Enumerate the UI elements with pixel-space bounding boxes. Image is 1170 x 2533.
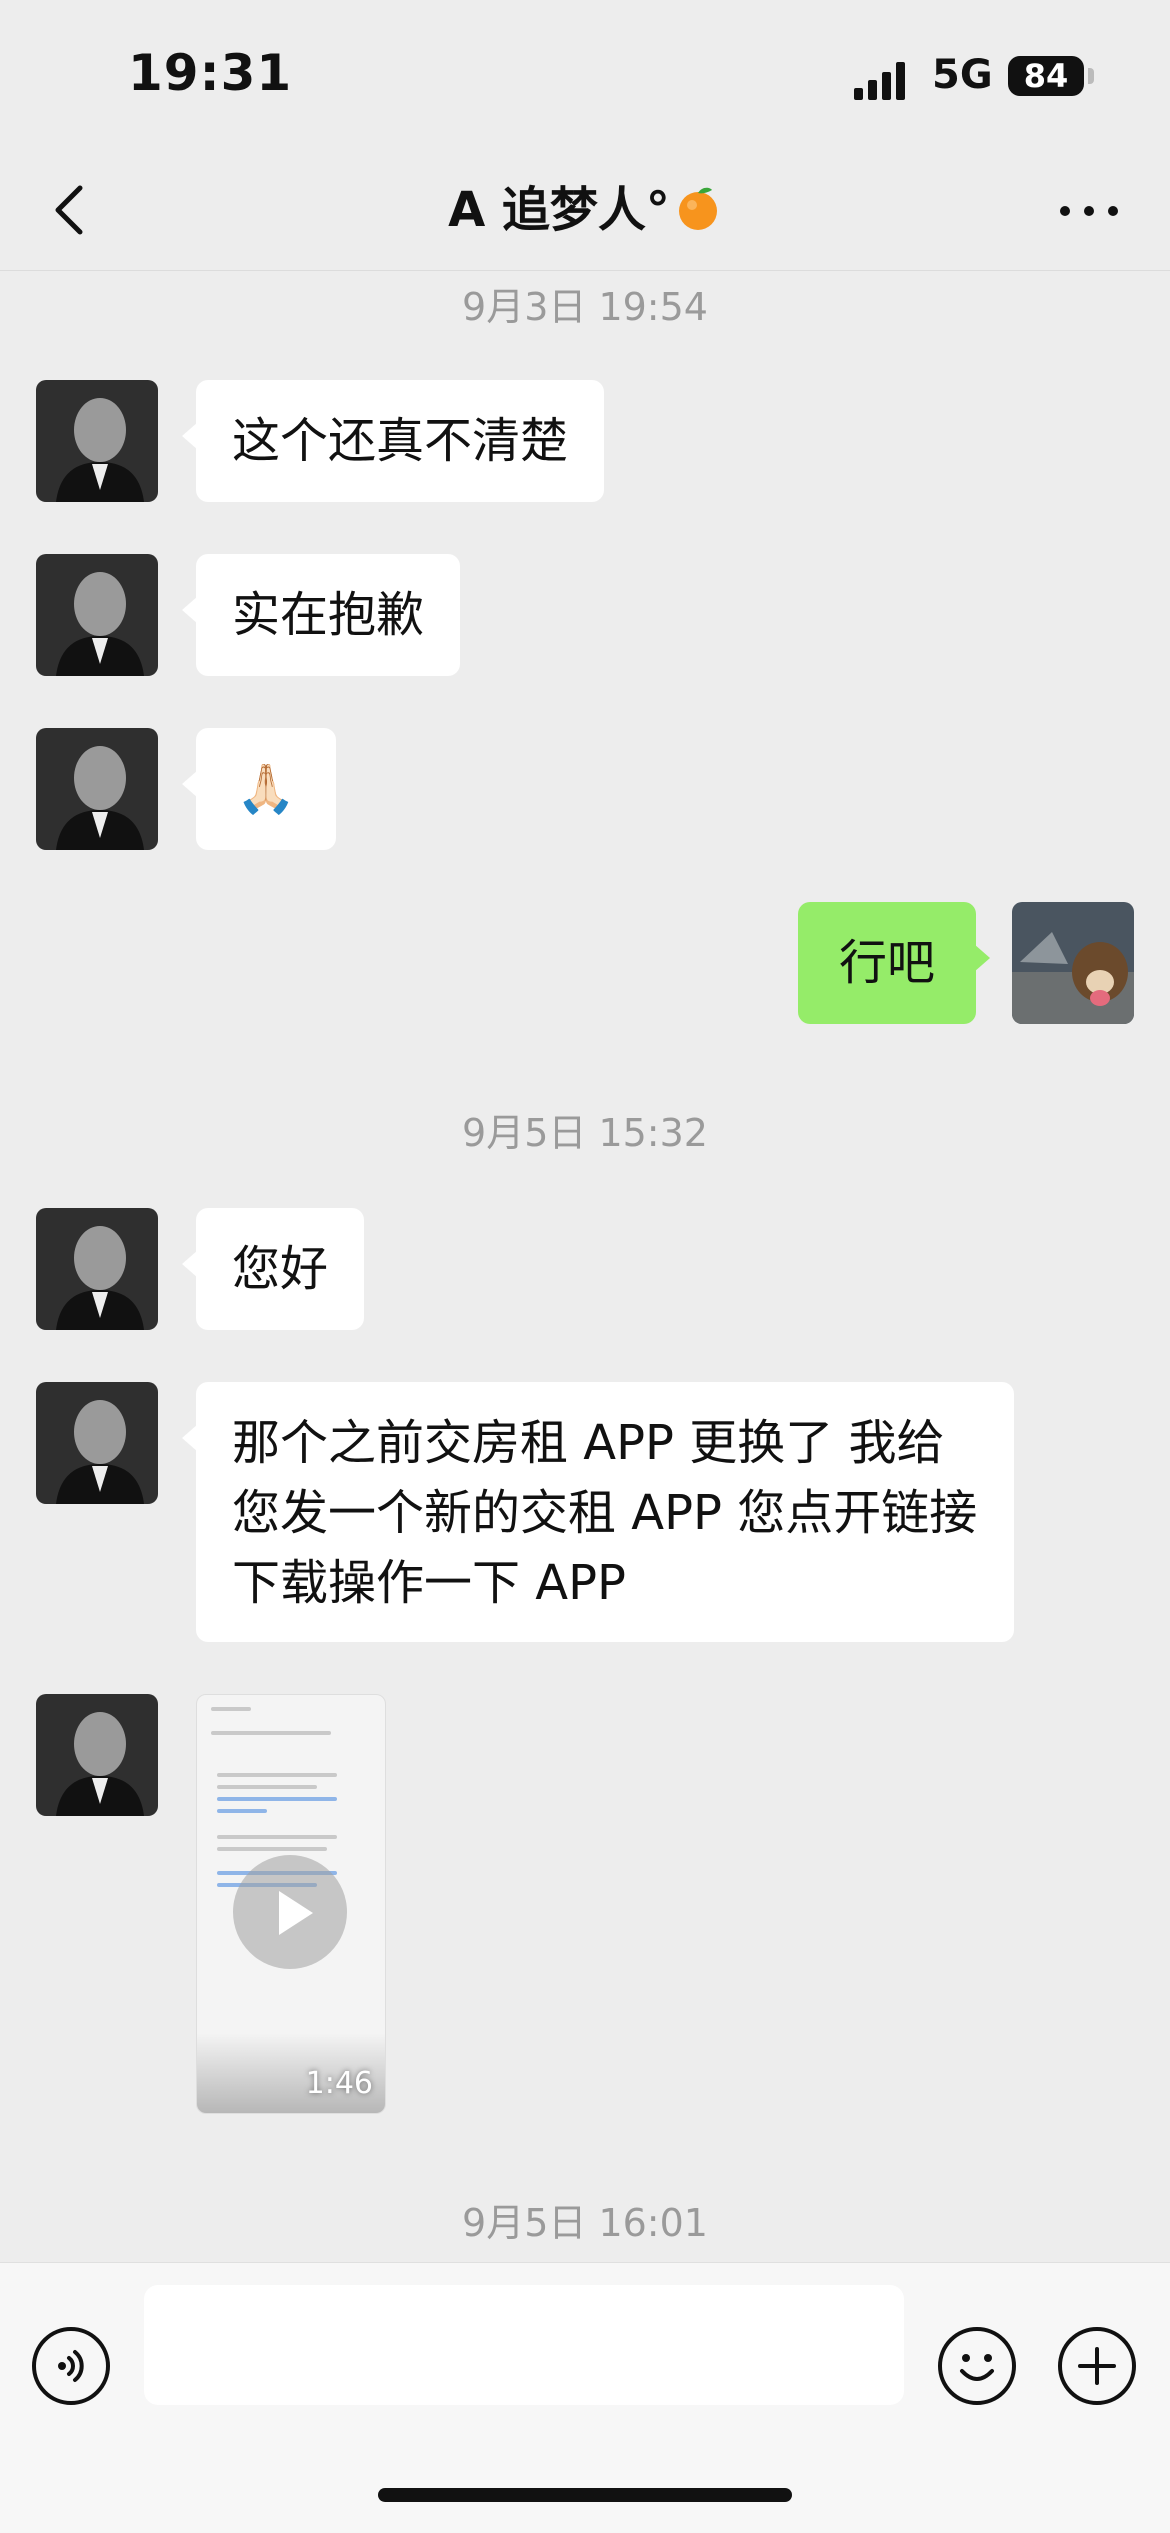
status-bar: 19:31 5G 84 (0, 0, 1170, 150)
home-indicator (378, 2488, 792, 2502)
status-time: 19:31 (128, 44, 293, 102)
video-preview-link (217, 1809, 267, 1813)
battery-tip (1088, 68, 1094, 84)
timestamp: 9月3日 19:54 (462, 285, 708, 329)
avatar[interactable] (36, 728, 158, 850)
avatar[interactable] (36, 380, 158, 502)
signal-icon (854, 60, 914, 100)
video-message[interactable]: 1:46 (196, 1694, 386, 2114)
message-bubble[interactable]: 这个还真不清楚 (181, 380, 605, 502)
video-preview-line (211, 1731, 331, 1735)
message-bubble[interactable]: 🙏🏻 (182, 728, 336, 850)
more-dots-icon[interactable] (1050, 174, 1130, 246)
chat-header: A 追梦人° (0, 150, 1170, 271)
video-preview-link (217, 1797, 337, 1801)
message-bubble[interactable]: 实在抱歉 (181, 554, 461, 676)
voice-icon[interactable] (32, 2327, 110, 2405)
battery-icon: 84 (1008, 56, 1084, 96)
network-type: 5G (932, 52, 993, 98)
avatar[interactable] (36, 1208, 158, 1330)
my-message-bubble[interactable]: 行吧 (798, 902, 990, 1024)
video-preview-line (217, 1773, 337, 1777)
video-preview-line (217, 1847, 327, 1851)
message-bubble[interactable]: 您好 (181, 1208, 365, 1330)
chat-title-text: A 追梦人° (448, 182, 670, 238)
video-duration: 1:46 (305, 2066, 373, 2101)
video-preview-line (217, 1785, 317, 1789)
avatar[interactable] (36, 554, 158, 676)
timestamp: 9月5日 16:01 (462, 2201, 708, 2245)
avatar[interactable] (36, 1382, 158, 1504)
plus-icon[interactable] (1058, 2327, 1136, 2405)
my-avatar[interactable] (1012, 902, 1134, 1024)
play-icon[interactable] (233, 1855, 347, 1969)
video-preview-line (217, 1835, 337, 1839)
video-preview-line (211, 1707, 251, 1711)
orange-icon (674, 180, 722, 230)
timestamp: 9月5日 15:32 (462, 1111, 708, 1155)
avatar[interactable] (36, 1694, 158, 1816)
message-input[interactable] (144, 2285, 904, 2405)
emoji-icon[interactable] (938, 2327, 1016, 2405)
chat-title: A 追梦人° (0, 174, 1170, 246)
message-bubble[interactable]: 那个之前交房租 APP 更换了 我给您发一个新的交租 APP 您点开链接下载操作… (182, 1382, 1014, 1642)
